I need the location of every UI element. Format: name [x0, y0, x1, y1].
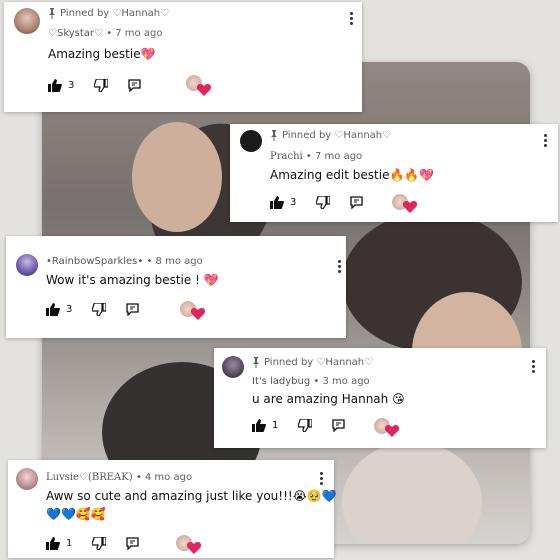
comment-card: Pinned by ♡Hannah♡ Prachi • 7 mo ago Ama… [230, 124, 558, 222]
comment-card: Pinned by ♡Hannah♡ It's ladybug • 3 mo a… [214, 348, 546, 448]
pinned-label: Pinned by ♡Hannah♡ [252, 357, 373, 368]
more-options-icon[interactable] [320, 472, 324, 485]
pinned-label: Pinned by ♡Hannah♡ [48, 8, 169, 19]
more-options-icon[interactable] [544, 134, 548, 147]
like-count: 1 [66, 538, 73, 549]
thumbs-down-icon[interactable] [316, 196, 331, 209]
pin-icon [49, 8, 55, 19]
comment-text: Wow it's amazing bestie ! 💖 [46, 273, 219, 287]
thumbs-down-icon[interactable] [94, 79, 109, 92]
avatar[interactable] [240, 130, 262, 152]
thumbs-up-icon[interactable] [252, 419, 266, 432]
thumbs-down-icon[interactable] [92, 537, 107, 550]
comment-age: • 4 mo ago [135, 472, 193, 483]
thumbs-down-icon[interactable] [298, 419, 313, 432]
comment-author[interactable]: It's ladybug [252, 376, 310, 387]
more-options-icon[interactable] [532, 360, 536, 373]
like-count: 1 [272, 420, 279, 431]
pin-icon [271, 130, 277, 141]
comment-author[interactable]: ♡Skystar♡ [48, 28, 103, 39]
creator-heart-icon [190, 308, 206, 320]
comment-age: • 7 mo ago [305, 151, 363, 162]
like-count: 3 [290, 197, 297, 208]
creator-heart-icon [186, 542, 202, 554]
avatar[interactable] [14, 8, 40, 34]
comment-age: • 7 mo ago [106, 28, 163, 39]
pinned-by-text: Pinned by ♡Hannah♡ [282, 130, 392, 141]
pinned-by-text: Pinned by ♡Hannah♡ [264, 357, 374, 368]
avatar[interactable] [16, 254, 38, 276]
reply-icon[interactable] [350, 196, 364, 209]
thumbs-up-icon[interactable] [46, 537, 60, 550]
like-count: 3 [68, 80, 75, 91]
pinned-by-text: Pinned by ♡Hannah♡ [60, 8, 170, 19]
reply-icon[interactable] [332, 419, 346, 432]
comment-text: Amazing bestie💖 [48, 47, 156, 61]
avatar[interactable] [16, 468, 38, 490]
reply-icon[interactable] [126, 303, 140, 316]
comment-card: Luvsie♡(BREAK) • 4 mo ago Aww so cute an… [8, 460, 337, 558]
pin-icon [253, 357, 259, 368]
creator-heart-icon [402, 201, 418, 213]
comment-text: u are amazing Hannah 😘 [252, 392, 405, 406]
more-options-icon[interactable] [350, 12, 354, 25]
thumbs-up-icon[interactable] [48, 79, 62, 92]
comment-author[interactable]: •RainbowSparkles• [46, 256, 143, 267]
reply-icon[interactable] [128, 79, 142, 92]
comment-author[interactable]: Luvsie♡(BREAK) [46, 472, 133, 483]
comment-author[interactable]: Prachi [270, 151, 303, 162]
creator-heart-icon [196, 84, 212, 96]
thumbs-down-icon[interactable] [92, 303, 107, 316]
comment-age: • 8 mo ago [146, 256, 203, 267]
comment-card: Pinned by ♡Hannah♡ ♡Skystar♡ • 7 mo ago … [4, 2, 362, 112]
thumbs-up-icon[interactable] [46, 303, 60, 316]
thumbs-up-icon[interactable] [270, 196, 284, 209]
comment-text-line2: 💙💙🥰🥰 [46, 507, 106, 521]
comment-card: •RainbowSparkles• • 8 mo ago Wow it's am… [6, 236, 346, 338]
avatar[interactable] [222, 356, 244, 378]
comment-age: • 3 mo ago [313, 376, 370, 387]
creator-heart-icon [384, 425, 400, 437]
more-options-icon[interactable] [338, 260, 342, 273]
comment-text: Amazing edit bestie🔥🔥💖 [270, 168, 435, 182]
comment-text: Aww so cute and amazing just like you!!!… [46, 489, 337, 503]
like-count: 3 [66, 304, 73, 315]
pinned-label: Pinned by ♡Hannah♡ [270, 130, 391, 141]
reply-icon[interactable] [126, 537, 140, 550]
